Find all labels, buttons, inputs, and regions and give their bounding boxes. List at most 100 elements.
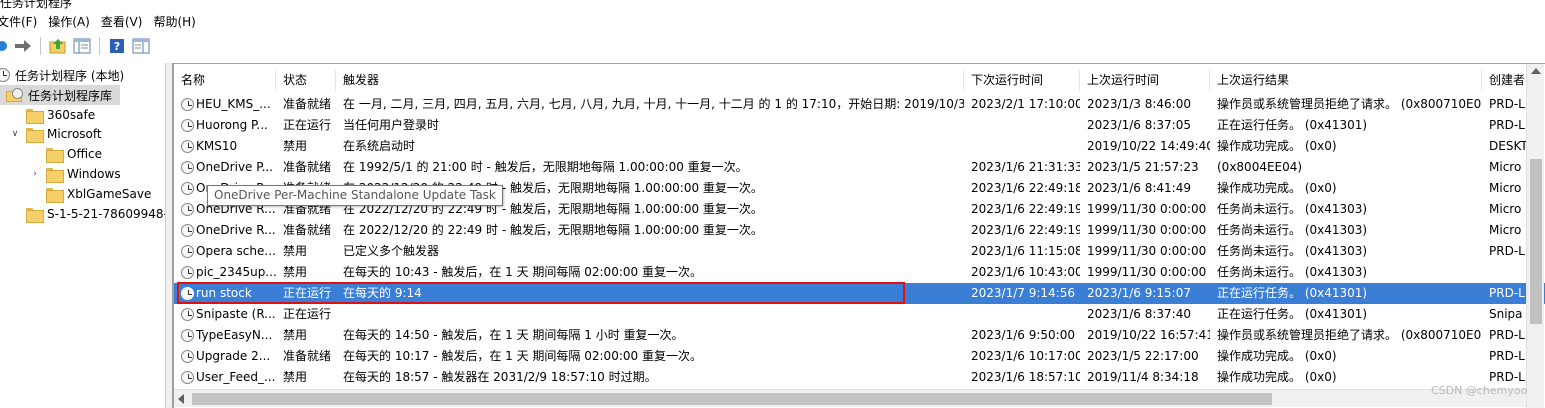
cell-status: 禁用 bbox=[283, 370, 308, 384]
cell-last-result: 任务尚未运行。 (0x41303) bbox=[1217, 244, 1368, 258]
cell-last-run: 2023/1/6 8:37:40 bbox=[1087, 307, 1191, 321]
table-row[interactable]: TypeEasyN... 禁用 在每天的 14:50 - 触发后，在 1 天 期间每… bbox=[174, 325, 1545, 346]
scroll-thumb[interactable] bbox=[1530, 159, 1542, 324]
tree-item-label: 360safe bbox=[47, 108, 96, 122]
cell-author: Micro bbox=[1489, 160, 1522, 174]
table-row[interactable]: User_Feed_... 禁用 在每天的 18:57 - 触发器在 2031/2/… bbox=[174, 367, 1545, 388]
cell-author: PRD-L bbox=[1489, 118, 1525, 132]
tree-item-microsoft[interactable]: ∨ Microsoft bbox=[10, 124, 102, 144]
svg-text:?: ? bbox=[114, 40, 120, 53]
column-header-trigger[interactable]: 触发器 bbox=[336, 70, 964, 91]
table-row[interactable]: pic_2345up... 禁用 在每天的 10:43 - 触发后，在 1 天 期间… bbox=[174, 262, 1545, 283]
task-name-label: Upgrade 2... bbox=[196, 349, 271, 363]
cell-next-run bbox=[964, 115, 1080, 136]
folder-icon bbox=[26, 108, 44, 124]
scroll-thumb[interactable] bbox=[192, 393, 1272, 405]
cell-status: 正在运行 bbox=[283, 307, 332, 321]
menu-file[interactable]: 文件(F) bbox=[0, 13, 46, 30]
tooltip: OneDrive Per-Machine Standalone Update T… bbox=[207, 185, 503, 206]
table-row[interactable]: HEU_KMS_... 准备就绪在 一月, 二月, 三月, 四月, 五月, 六月,… bbox=[174, 94, 1545, 115]
help-button[interactable]: ? bbox=[106, 36, 128, 56]
tree-item-root[interactable]: 任务计划程序 (本地) bbox=[0, 65, 124, 85]
table-row[interactable]: OneDrive R... 准备就绪在 2022/12/20 的 22:49 时 … bbox=[174, 220, 1545, 241]
cell-next-run: 2023/1/6 22:49:19 bbox=[971, 223, 1080, 237]
cell-status: 禁用 bbox=[283, 328, 308, 342]
column-header-next-run[interactable]: 下次运行时间 bbox=[964, 70, 1080, 91]
menu-action[interactable]: 操作(A) bbox=[48, 13, 99, 30]
menu-help[interactable]: 帮助(H) bbox=[153, 13, 204, 30]
cell-trigger: 在每天的 18:57 - 触发器在 2031/2/9 18:57:10 时过期。 bbox=[343, 370, 657, 384]
cell-next-run: 2023/1/6 10:43:00 bbox=[971, 265, 1080, 279]
folder-icon bbox=[26, 207, 44, 223]
column-header-last-result[interactable]: 上次运行结果 bbox=[1210, 70, 1482, 91]
back-button[interactable] bbox=[0, 36, 10, 56]
show-hide-action-pane-button[interactable] bbox=[130, 36, 152, 56]
table-row[interactable]: run stock 正在运行 在每天的 9:14 2023/1/7 9:14:56 20… bbox=[174, 283, 1545, 304]
chevron-down-icon[interactable]: ∨ bbox=[10, 129, 20, 139]
cell-last-result: 操作员或系统管理员拒绝了请求。 (0x800710E0) bbox=[1217, 97, 1482, 111]
tree-item-label: 任务计划程序 (本地) bbox=[15, 68, 125, 83]
task-name-label: KMS10 bbox=[196, 139, 238, 153]
window-title: 任务计划程序 bbox=[0, 0, 73, 10]
table-row[interactable]: KMS10 禁用 在系统启动时 2019/10/22 14:49:40 操作成功完成。 … bbox=[174, 136, 1545, 157]
table-row[interactable]: Huorong P... 正在运行 当任何用户登录时 2023/1/6 8:37:05… bbox=[174, 115, 1545, 136]
cell-trigger: 当任何用户登录时 bbox=[343, 118, 440, 132]
table-row[interactable]: OneDrive P... 准备就绪在 1992/5/1 的 21:00 时 - … bbox=[174, 157, 1545, 178]
cell-last-run: 2023/1/6 8:41:49 bbox=[1087, 181, 1191, 195]
cell-name: Huorong P... bbox=[174, 115, 276, 136]
task-clock-icon bbox=[181, 140, 194, 153]
tree-item-office[interactable]: Office bbox=[46, 144, 102, 164]
tree-item-label: 任务计划程序库 bbox=[28, 88, 113, 103]
cell-author: Snipa bbox=[1489, 307, 1523, 321]
table-row[interactable]: Snipaste (R... 正在运行 2023/1/6 8:37:40 正在运行任务… bbox=[174, 304, 1545, 325]
scroll-left-icon[interactable] bbox=[178, 394, 184, 404]
cell-name: pic_2345up... bbox=[174, 262, 276, 283]
cell-name: HEU_KMS_... bbox=[174, 94, 276, 115]
task-clock-icon bbox=[181, 371, 194, 384]
cell-author bbox=[1482, 262, 1526, 283]
toolbar-separator bbox=[99, 37, 100, 55]
cell-last-run: 1999/11/30 0:00:00 bbox=[1087, 265, 1207, 279]
column-header-last-run[interactable]: 上次运行时间 bbox=[1080, 70, 1210, 91]
tree-item-xblgamesave[interactable]: XblGameSave bbox=[46, 184, 151, 204]
cell-last-run: 2023/1/6 8:37:05 bbox=[1087, 118, 1191, 132]
tree-item-label: Microsoft bbox=[47, 127, 102, 141]
column-header-author[interactable]: 创建者 bbox=[1482, 70, 1526, 91]
tree-item-sid[interactable]: S-1-5-21-78609948- bbox=[26, 204, 165, 224]
cell-author: PRD-L bbox=[1489, 286, 1525, 300]
cell-name: OneDrive P... bbox=[174, 157, 276, 178]
scroll-up-icon[interactable] bbox=[1531, 68, 1541, 74]
task-name-label: Snipaste (R... bbox=[196, 307, 276, 321]
table-row[interactable]: Upgrade 2... 准备就绪 在每天的 10:17 - 触发后，在 1 天 期… bbox=[174, 346, 1545, 367]
forward-button[interactable] bbox=[12, 36, 34, 56]
cell-author: PRD-L bbox=[1489, 349, 1525, 363]
cell-last-run: 1999/11/30 0:00:00 bbox=[1087, 202, 1207, 216]
help-icon: ? bbox=[110, 39, 124, 53]
cell-last-result: 任务尚未运行。 (0x41303) bbox=[1217, 265, 1368, 279]
cell-trigger: 在 2022/12/20 的 22:49 时 - 触发后，无限期地每隔 1.00… bbox=[343, 223, 763, 237]
cell-trigger: 在每天的 10:17 - 触发后，在 1 天 期间每隔 02:00:00 重复一… bbox=[343, 349, 702, 363]
horizontal-scrollbar[interactable] bbox=[174, 389, 1526, 407]
cell-trigger: 在系统启动时 bbox=[343, 139, 416, 153]
table-row[interactable]: Opera sche... 禁用 已定义多个触发器 2023/1/6 11:15:08… bbox=[174, 241, 1545, 262]
pane-splitter[interactable] bbox=[165, 63, 173, 408]
tree-item-360safe[interactable]: 360safe bbox=[26, 105, 95, 125]
cell-next-run: 2023/2/1 17:10:00 bbox=[971, 97, 1080, 111]
column-header-name[interactable]: 名称 bbox=[174, 70, 276, 91]
tree-item-label: Office bbox=[67, 147, 103, 161]
cell-author: PRD-L bbox=[1489, 328, 1525, 342]
menu-view[interactable]: 查看(V) bbox=[101, 13, 152, 30]
task-name-label: run stock bbox=[196, 286, 252, 300]
vertical-scrollbar[interactable] bbox=[1526, 64, 1544, 408]
cell-last-run: 2023/1/5 21:57:23 bbox=[1087, 160, 1199, 174]
cell-trigger: 在 1992/5/1 的 21:00 时 - 触发后，无限期地每隔 1.00:0… bbox=[343, 160, 748, 174]
toolbar-separator bbox=[40, 37, 41, 55]
cell-next-run bbox=[964, 304, 1080, 325]
tree-item-library[interactable]: 任务计划程序库 bbox=[0, 85, 120, 105]
tree-item-windows[interactable]: › Windows bbox=[30, 164, 121, 184]
column-header-status[interactable]: 状态 bbox=[276, 70, 336, 91]
up-folder-button[interactable] bbox=[47, 36, 69, 56]
cell-trigger bbox=[336, 304, 964, 325]
show-hide-tree-button[interactable] bbox=[71, 36, 93, 56]
chevron-right-icon[interactable]: › bbox=[30, 169, 40, 179]
